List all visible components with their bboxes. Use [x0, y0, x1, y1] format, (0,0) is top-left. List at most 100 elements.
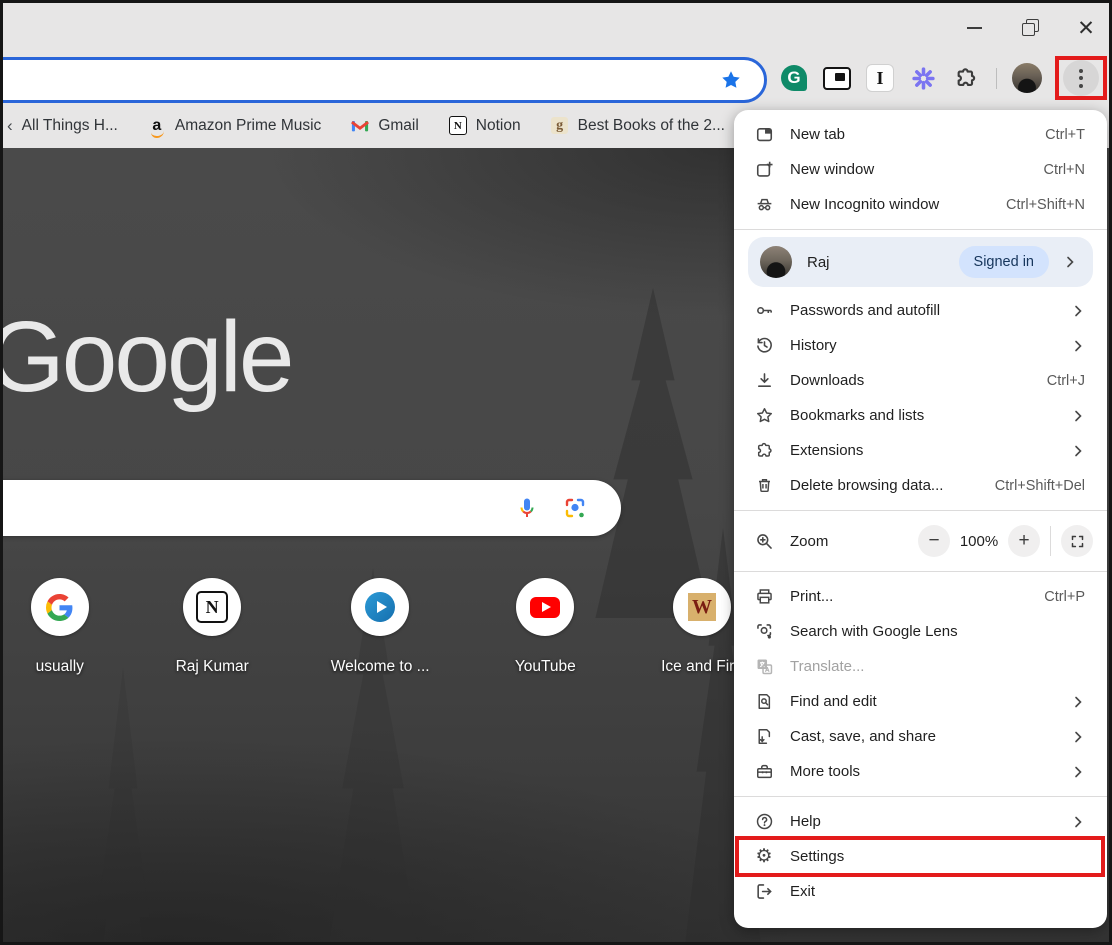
tree-silhouette	[563, 288, 743, 618]
window-controls: ✕	[959, 13, 1101, 43]
exit-icon	[754, 882, 774, 902]
bookmark-notion[interactable]: N Notion	[449, 117, 521, 135]
amazon-icon: a	[148, 117, 166, 135]
shortcut-raj-kumar[interactable]: N Raj Kumar	[176, 578, 249, 676]
zoom-out-button[interactable]: −	[918, 525, 950, 557]
document-arrow-icon	[754, 727, 774, 747]
menu-item-find-and-edit[interactable]: Find and edit	[734, 684, 1107, 719]
restore-icon	[1024, 22, 1036, 34]
ai-flower-icon[interactable]	[908, 63, 938, 93]
voice-search-icon[interactable]	[515, 496, 539, 520]
close-button[interactable]: ✕	[1071, 13, 1101, 43]
history-icon	[754, 336, 774, 356]
notion-icon: N	[449, 117, 467, 135]
settings-row-wrapper: ⚙ Settings	[734, 839, 1107, 874]
chevron-right-icon	[1071, 695, 1085, 709]
winterfell-w-icon: W	[673, 578, 731, 636]
address-bar[interactable]	[0, 57, 767, 103]
youtube-icon	[516, 578, 574, 636]
menu-item-bookmarks-and-lists[interactable]: Bookmarks and lists	[734, 398, 1107, 433]
goodreads-icon: g	[551, 117, 569, 135]
menu-item-translate: Translate...	[734, 649, 1107, 684]
menu-item-downloads[interactable]: Downloads Ctrl+J	[734, 363, 1107, 398]
puzzle-icon	[754, 441, 774, 461]
shortcut-usually[interactable]: usually	[26, 578, 94, 676]
key-icon	[754, 301, 774, 321]
document-search-icon	[754, 692, 774, 712]
extensions-puzzle-icon[interactable]	[951, 63, 981, 93]
bookmark-amazon-prime-music[interactable]: a Amazon Prime Music	[148, 117, 321, 135]
trash-icon	[754, 476, 774, 496]
shortcut-tiles-row: usually N Raj Kumar Welcome to ... YouTu…	[3, 578, 743, 676]
translate-icon	[754, 657, 774, 677]
three-dot-menu-button[interactable]	[1055, 56, 1107, 100]
extension-icons-row: G I	[779, 60, 1107, 96]
instapaper-icon[interactable]: I	[865, 63, 895, 93]
menu-item-exit[interactable]: Exit	[734, 874, 1107, 909]
incognito-icon	[754, 195, 774, 215]
play-icon	[351, 578, 409, 636]
minimize-icon	[967, 27, 982, 29]
menu-item-history[interactable]: History	[734, 328, 1107, 363]
chevron-right-icon	[1063, 255, 1077, 269]
profile-avatar	[760, 246, 792, 278]
menu-item-extensions[interactable]: Extensions	[734, 433, 1107, 468]
gmail-icon	[351, 117, 369, 135]
google-search-bar[interactable]	[3, 480, 621, 536]
shortcut-ice-and-fire[interactable]: W Ice and Fire	[661, 578, 743, 676]
fullscreen-button[interactable]	[1061, 525, 1093, 557]
menu-separator	[734, 229, 1107, 230]
titlebar: ✕	[3, 3, 1109, 55]
menu-item-settings[interactable]: ⚙ Settings	[734, 839, 1107, 874]
zoom-in-button[interactable]: +	[1008, 525, 1040, 557]
download-icon	[754, 371, 774, 391]
bookmark-star-icon[interactable]	[720, 69, 742, 91]
toolbar: G I	[3, 55, 1109, 103]
bookmark-gmail[interactable]: Gmail	[351, 117, 418, 135]
three-dot-icon	[1063, 60, 1099, 96]
chevron-right-icon	[1071, 304, 1085, 318]
menu-zoom-row: Zoom − 100% +	[734, 518, 1107, 564]
google-logo: Google	[3, 300, 291, 415]
restore-button[interactable]	[1015, 13, 1045, 43]
printer-icon	[754, 587, 774, 607]
chevron-right-icon	[1071, 815, 1085, 829]
signed-in-badge: Signed in	[959, 246, 1049, 278]
menu-item-delete-browsing-data[interactable]: Delete browsing data... Ctrl+Shift+Del	[734, 468, 1107, 503]
chevron-right-icon	[1071, 765, 1085, 779]
lens-icon	[754, 622, 774, 642]
menu-item-passwords-and-autofill[interactable]: Passwords and autofill	[734, 293, 1107, 328]
google-lens-icon[interactable]	[563, 496, 587, 520]
menu-item-new-tab[interactable]: New tab Ctrl+T	[734, 117, 1107, 152]
shortcut-welcome[interactable]: Welcome to ...	[331, 578, 430, 676]
star-outline-icon	[754, 406, 774, 426]
menu-item-print[interactable]: Print... Ctrl+P	[734, 579, 1107, 614]
toolbox-icon	[754, 762, 774, 782]
picture-in-picture-icon[interactable]	[822, 63, 852, 93]
gear-icon: ⚙	[754, 847, 774, 867]
new-tab-icon	[754, 125, 774, 145]
menu-item-cast-save-share[interactable]: Cast, save, and share	[734, 719, 1107, 754]
grammarly-icon[interactable]: G	[779, 63, 809, 93]
menu-item-search-with-google-lens[interactable]: Search with Google Lens	[734, 614, 1107, 649]
notion-icon: N	[183, 578, 241, 636]
close-icon: ✕	[1077, 18, 1095, 39]
menu-item-new-incognito-window[interactable]: New Incognito window Ctrl+Shift+N	[734, 187, 1107, 222]
bookmark-best-books[interactable]: g Best Books of the 2...	[551, 117, 725, 135]
chevron-right-icon	[1071, 409, 1085, 423]
google-g-icon	[31, 578, 89, 636]
menu-profile-row[interactable]: Raj Signed in	[748, 237, 1093, 287]
new-window-icon	[754, 160, 774, 180]
chrome-main-menu: New tab Ctrl+T New window Ctrl+N New Inc…	[734, 110, 1107, 928]
fullscreen-icon	[1070, 534, 1085, 549]
browser-window: ✕ G I	[0, 0, 1112, 945]
profile-avatar[interactable]	[1012, 63, 1042, 93]
minimize-button[interactable]	[959, 13, 989, 43]
shortcut-youtube[interactable]: YouTube	[512, 578, 580, 676]
menu-separator	[734, 510, 1107, 511]
chevron-right-icon	[1071, 730, 1085, 744]
bookmark-all-things[interactable]: ‹ All Things H...	[7, 116, 118, 136]
menu-item-more-tools[interactable]: More tools	[734, 754, 1107, 789]
menu-item-help[interactable]: Help	[734, 804, 1107, 839]
menu-item-new-window[interactable]: New window Ctrl+N	[734, 152, 1107, 187]
